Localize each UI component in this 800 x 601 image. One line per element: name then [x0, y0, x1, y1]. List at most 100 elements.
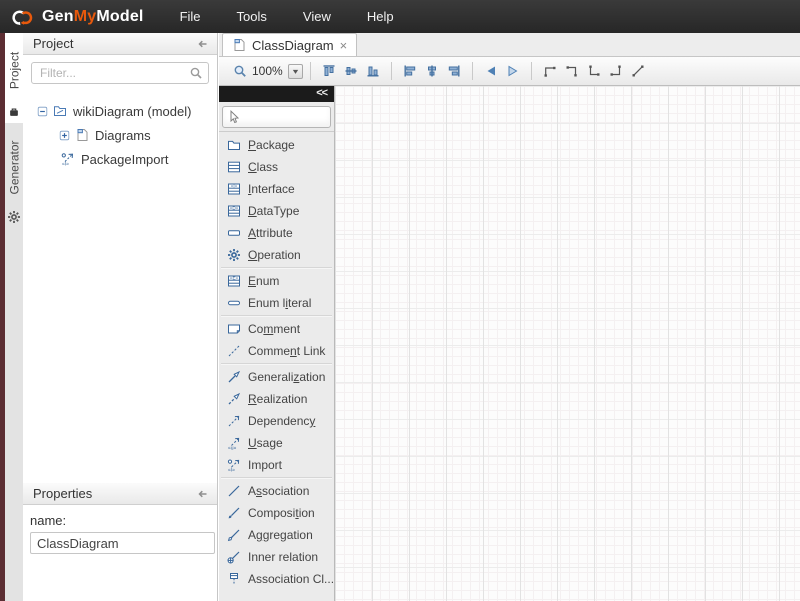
palette-item-usage[interactable]: «u»Usage	[219, 432, 334, 454]
zoom-level: 100%	[252, 64, 283, 78]
palette-item-aggregation[interactable]: Aggregation	[219, 524, 334, 546]
route-right-up-button[interactable]	[605, 60, 627, 82]
search-icon	[189, 66, 203, 80]
palette-item-import[interactable]: «I»Import	[219, 454, 334, 476]
route-up-right-button[interactable]	[539, 60, 561, 82]
collapse-left-icon[interactable]	[195, 37, 209, 51]
palette-item-inner-relation[interactable]: Inner relation	[219, 546, 334, 568]
close-icon[interactable]: ×	[340, 39, 348, 52]
route-diagonal-button[interactable]	[627, 60, 649, 82]
palette-item-label: Comment Link	[248, 344, 325, 358]
menu-file[interactable]: File	[168, 3, 213, 30]
route-down-right-button[interactable]	[583, 60, 605, 82]
palette-item-label: Inner relation	[248, 550, 318, 564]
aggregation-icon	[227, 528, 241, 542]
collapse-left-icon[interactable]	[195, 487, 209, 501]
package-import-icon: «I»	[61, 152, 75, 166]
palette-item-label: Aggregation	[248, 528, 313, 542]
palette-collapse-button[interactable]: <<	[219, 86, 334, 102]
palette-item-label: Interface	[248, 182, 295, 196]
svg-text:«E»: «E»	[230, 275, 239, 280]
project-tree: wikiDiagram (model) Diagrams«I»PackageImp…	[23, 89, 217, 239]
tree-item-diagrams[interactable]: Diagrams	[23, 123, 217, 147]
sidebar-tab-generator[interactable]: Generator	[5, 123, 23, 229]
svg-text:«I»: «I»	[62, 161, 69, 166]
palette-item-package[interactable]: Package	[219, 134, 334, 156]
palette-item-label: Enum	[248, 274, 279, 288]
palette-item-enum[interactable]: «E» Enum	[219, 270, 334, 292]
properties-body: name:	[23, 505, 217, 601]
properties-panel-title: Properties	[33, 486, 92, 501]
gear-icon	[7, 210, 21, 224]
palette-item-attribute[interactable]: Attribute	[219, 222, 334, 244]
menu-view[interactable]: View	[291, 3, 343, 30]
flip-left-button[interactable]	[480, 60, 502, 82]
svg-text:«u»: «u»	[228, 445, 237, 450]
association-icon	[227, 484, 241, 498]
pointer-tool-button[interactable]	[222, 106, 331, 128]
sidebar-tab-project[interactable]: Project	[5, 33, 23, 123]
palette-item-label: DataType	[248, 204, 299, 218]
magnifier-icon	[233, 64, 247, 78]
palette-item-association-cl[interactable]: Association Cl...	[219, 568, 334, 590]
align-left-button[interactable]	[399, 60, 421, 82]
tree-item-wikidiagram[interactable]: wikiDiagram (model)	[23, 99, 217, 123]
palette-item-label: Attribute	[248, 226, 293, 240]
menu-list: File Tools View Help	[168, 3, 406, 30]
flip-right-button[interactable]	[502, 60, 524, 82]
palette-item-operation[interactable]: Operation	[219, 244, 334, 266]
association-class-icon	[227, 572, 241, 586]
align-center-button[interactable]	[421, 60, 443, 82]
tab-bar: ClassDiagram ×	[219, 33, 800, 57]
tree-item-packageimport[interactable]: «I»PackageImport	[23, 147, 217, 171]
property-name-label: name:	[30, 513, 215, 528]
tab-label: ClassDiagram	[252, 38, 334, 53]
generalization-icon	[227, 370, 241, 384]
zoom-dropdown-button[interactable]	[288, 64, 303, 79]
palette-item-class[interactable]: Class	[219, 156, 334, 178]
palette-item-composition[interactable]: Composition	[219, 502, 334, 524]
dependency-icon	[227, 414, 241, 428]
diagram-canvas[interactable]	[335, 86, 800, 601]
palette-item-comment[interactable]: Comment	[219, 318, 334, 340]
palette-item-enum-literal[interactable]: Enum literal	[219, 292, 334, 314]
align-bottom-button[interactable]	[362, 60, 384, 82]
align-left-icon	[403, 64, 417, 78]
align-middle-icon	[344, 64, 358, 78]
property-name-input[interactable]	[30, 532, 215, 554]
expander-minus-icon[interactable]	[37, 106, 48, 117]
flip-left-icon	[484, 64, 498, 78]
align-middle-button[interactable]	[340, 60, 362, 82]
align-top-button[interactable]	[318, 60, 340, 82]
comment-link-icon	[227, 344, 241, 358]
route-diagonal-icon	[631, 64, 645, 78]
align-right-icon	[447, 64, 461, 78]
tab-classdiagram[interactable]: ClassDiagram ×	[222, 33, 357, 56]
palette-item-label: Generalization	[248, 370, 325, 384]
sidebar-tab-label: Project	[7, 52, 21, 89]
expander-plus-icon[interactable]	[59, 130, 70, 141]
palette-item-interface[interactable]: «I»Interface	[219, 178, 334, 200]
route-right-down-button[interactable]	[561, 60, 583, 82]
palette-item-label: Dependency	[248, 414, 315, 428]
menu-tools[interactable]: Tools	[225, 3, 279, 30]
palette-item-datatype[interactable]: «D»DataType	[219, 200, 334, 222]
align-right-button[interactable]	[443, 60, 465, 82]
palette-item-comment-link[interactable]: Comment Link	[219, 340, 334, 362]
diagram-file-icon	[75, 128, 89, 142]
svg-text:«I»: «I»	[228, 467, 235, 472]
menu-help[interactable]: Help	[355, 3, 406, 30]
tree-item-label: wikiDiagram (model)	[72, 104, 191, 119]
palette-item-association[interactable]: Association	[219, 480, 334, 502]
diagram-toolbar: 100%	[219, 57, 800, 86]
route-up-right-icon	[543, 64, 557, 78]
align-center-icon	[425, 64, 439, 78]
palette-item-generalization[interactable]: Generalization	[219, 366, 334, 388]
usage-icon: «u»	[227, 436, 241, 450]
palette-item-realization[interactable]: Realization	[219, 388, 334, 410]
operation-icon	[227, 248, 241, 262]
cloud-logo-icon	[10, 8, 36, 26]
palette-item-label: Package	[248, 138, 295, 152]
palette-item-dependency[interactable]: Dependency	[219, 410, 334, 432]
filter-input[interactable]	[31, 62, 209, 84]
